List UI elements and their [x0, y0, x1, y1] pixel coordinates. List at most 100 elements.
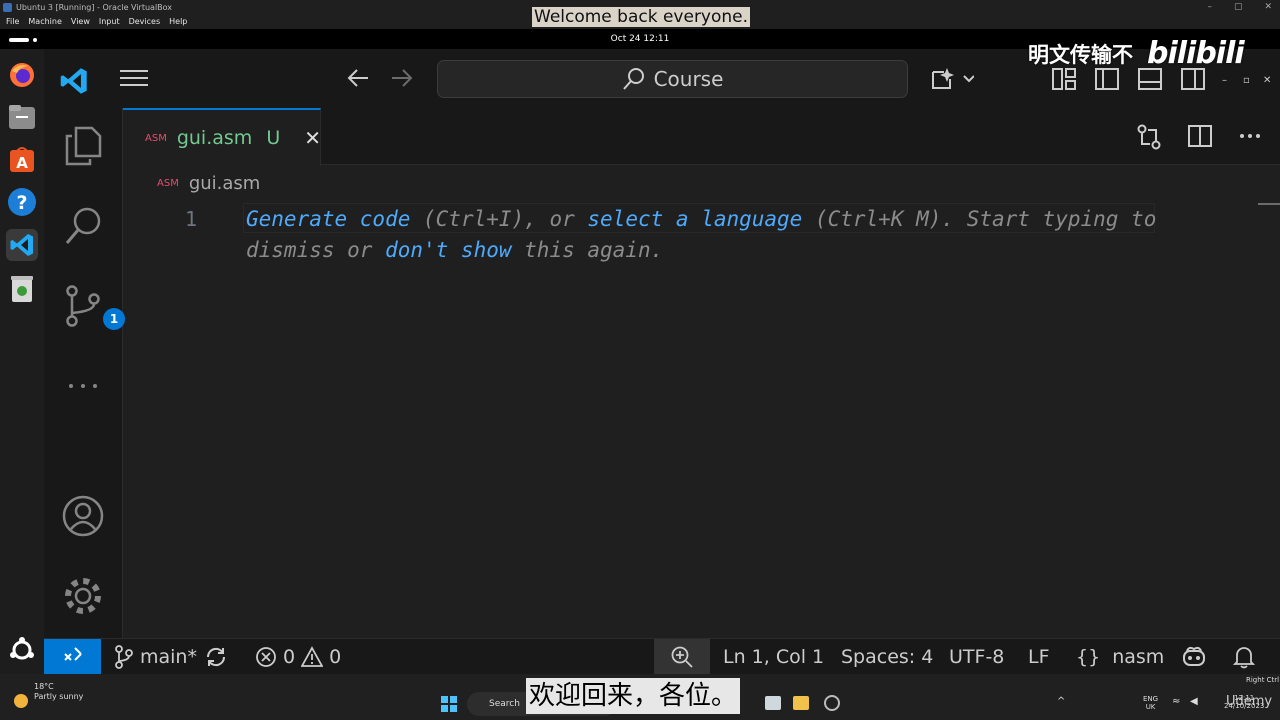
explorer-icon[interactable]	[61, 124, 105, 168]
svg-text:?: ?	[16, 192, 27, 214]
window-minimize-icon[interactable]: –	[1222, 69, 1227, 93]
wifi-icon[interactable]: ≈	[1172, 696, 1180, 707]
taskbar-app-icon[interactable]	[765, 696, 781, 710]
breadcrumb[interactable]: ASM gui.asm	[157, 173, 260, 194]
indentation-status[interactable]: Spaces: 4	[841, 639, 933, 675]
error-icon	[256, 647, 276, 667]
volume-icon[interactable]: ◀	[1190, 696, 1198, 707]
code-editor[interactable]: 1 Generate code (Ctrl+I), or select a la…	[123, 199, 1280, 638]
partly-sunny-icon	[14, 694, 28, 708]
menu-devices[interactable]: Devices	[129, 15, 161, 29]
screen: Ubuntu 3 [Running] - Oracle VirtualBox –…	[0, 0, 1280, 720]
hamburger-menu-icon[interactable]	[120, 67, 148, 95]
bilibili-logo: bilibili	[1147, 36, 1245, 71]
problems-status[interactable]: 0 0	[255, 639, 341, 675]
taskbar-app-icon-3[interactable]	[824, 695, 840, 711]
remote-indicator-button[interactable]	[44, 639, 101, 675]
breadcrumb-asm-icon: ASM	[157, 178, 179, 189]
maximize-icon[interactable]: ▢	[1234, 0, 1243, 15]
language-mode[interactable]: {} nasm	[1076, 639, 1164, 675]
bilibili-watermark: 明文传输不 bilibili	[1028, 36, 1245, 71]
help-icon[interactable]: ?	[6, 186, 38, 218]
show-apps-icon[interactable]	[6, 634, 38, 666]
app-center-icon[interactable]: A	[6, 143, 38, 175]
branch-status[interactable]: main*	[114, 639, 197, 675]
menu-input[interactable]: Input	[99, 15, 120, 29]
activity-bar: 1	[44, 108, 125, 638]
menu-view[interactable]: View	[71, 15, 90, 29]
copilot-status-icon[interactable]	[1181, 639, 1207, 675]
ubuntu-dock: A ?	[0, 49, 44, 674]
more-views-icon[interactable]	[61, 364, 105, 408]
files-icon[interactable]	[6, 101, 38, 133]
manage-gear-icon[interactable]	[61, 574, 105, 618]
subtitle-chinese: 欢迎回来，各位。	[526, 678, 741, 714]
menu-machine[interactable]: Machine	[28, 15, 62, 29]
customize-layout-icon[interactable]	[1052, 68, 1076, 96]
hint-text-3: this again.	[511, 238, 664, 262]
weather-text: 18°C Partly sunny	[34, 682, 83, 702]
virtualbox-icon	[3, 3, 12, 12]
split-editor-icon[interactable]	[1188, 124, 1212, 154]
windows-start-icon[interactable]	[441, 696, 457, 712]
zoom-in-icon	[671, 646, 693, 668]
vscode-dock-icon[interactable]	[6, 229, 38, 261]
status-bar: main* 0 0 Ln 1, Col 1 Spaces: 4 UTF-8 LF…	[44, 638, 1280, 675]
lang-region: UK	[1145, 703, 1156, 711]
encoding-status[interactable]: UTF-8	[949, 639, 1004, 675]
tray-overflow-icon[interactable]: ^	[1057, 696, 1065, 707]
tab-label: gui.asm	[176, 127, 253, 149]
clock[interactable]: Oct 24 12:11	[611, 34, 670, 44]
weather-widget[interactable]: 18°C Partly sunny	[14, 682, 83, 712]
editor-actions	[1136, 124, 1262, 154]
language-name: nasm	[1112, 646, 1165, 668]
menu-file[interactable]: File	[6, 15, 19, 29]
cursor-position[interactable]: Ln 1, Col 1	[723, 639, 824, 675]
forward-arrow-icon[interactable]	[390, 67, 414, 95]
branch-icon	[115, 645, 133, 669]
sync-button[interactable]	[204, 639, 228, 675]
command-center-search[interactable]: Course	[437, 60, 908, 98]
select-language-link[interactable]: select a language	[587, 207, 802, 231]
vbox-window-controls: – ▢ ✕	[1207, 0, 1272, 15]
tab-close-icon[interactable]: ✕	[304, 126, 321, 150]
editor-tabs-bar: ASM gui.asm U ✕	[123, 108, 1280, 166]
eol-status[interactable]: LF	[1028, 639, 1050, 675]
search-icon	[622, 68, 644, 90]
search-sidebar-icon[interactable]	[61, 204, 105, 248]
input-language[interactable]: ENG UK	[1143, 695, 1158, 711]
back-arrow-icon[interactable]	[346, 67, 370, 95]
minimize-icon[interactable]: –	[1207, 0, 1212, 15]
toggle-panel-icon[interactable]	[1138, 68, 1162, 96]
vscode-logo-icon	[59, 66, 89, 102]
trash-icon[interactable]	[6, 273, 38, 305]
firefox-icon[interactable]	[6, 59, 38, 91]
activities-button[interactable]	[9, 38, 29, 42]
empty-editor-hint: Generate code (Ctrl+I), or select a lang…	[246, 204, 1166, 266]
vbox-window-title: Ubuntu 3 [Running] - Oracle VirtualBox	[16, 3, 173, 12]
sync-icon	[206, 647, 226, 667]
command-center-label: Course	[653, 67, 724, 91]
zoom-button[interactable]	[654, 639, 710, 675]
menu-help[interactable]: Help	[169, 15, 187, 29]
breadcrumb-file[interactable]: gui.asm	[189, 173, 261, 194]
warning-count: 0	[329, 646, 342, 668]
open-changes-icon[interactable]	[1136, 124, 1162, 154]
toggle-secondary-sidebar-icon[interactable]	[1181, 68, 1205, 96]
tab-gui-asm[interactable]: ASM gui.asm U ✕	[123, 108, 321, 166]
branch-name: main*	[140, 646, 197, 668]
close-icon[interactable]: ✕	[1264, 0, 1272, 15]
toggle-primary-sidebar-icon[interactable]	[1095, 68, 1119, 96]
copilot-sparkle-icon[interactable]	[930, 66, 975, 98]
dont-show-link[interactable]: don't show	[385, 238, 511, 262]
taskbar-app-icon-2[interactable]	[793, 696, 809, 710]
source-control-icon[interactable]: 1	[61, 284, 125, 330]
notifications-bell-icon[interactable]	[1233, 639, 1255, 675]
asm-file-icon: ASM	[145, 132, 167, 144]
more-actions-icon[interactable]	[1238, 124, 1262, 154]
generate-code-link[interactable]: Generate code	[246, 207, 410, 231]
accounts-icon[interactable]	[61, 494, 105, 538]
window-restore-icon[interactable]: ▫	[1243, 69, 1250, 93]
window-close-icon[interactable]: ✕	[1263, 69, 1271, 93]
error-count: 0	[283, 646, 296, 668]
